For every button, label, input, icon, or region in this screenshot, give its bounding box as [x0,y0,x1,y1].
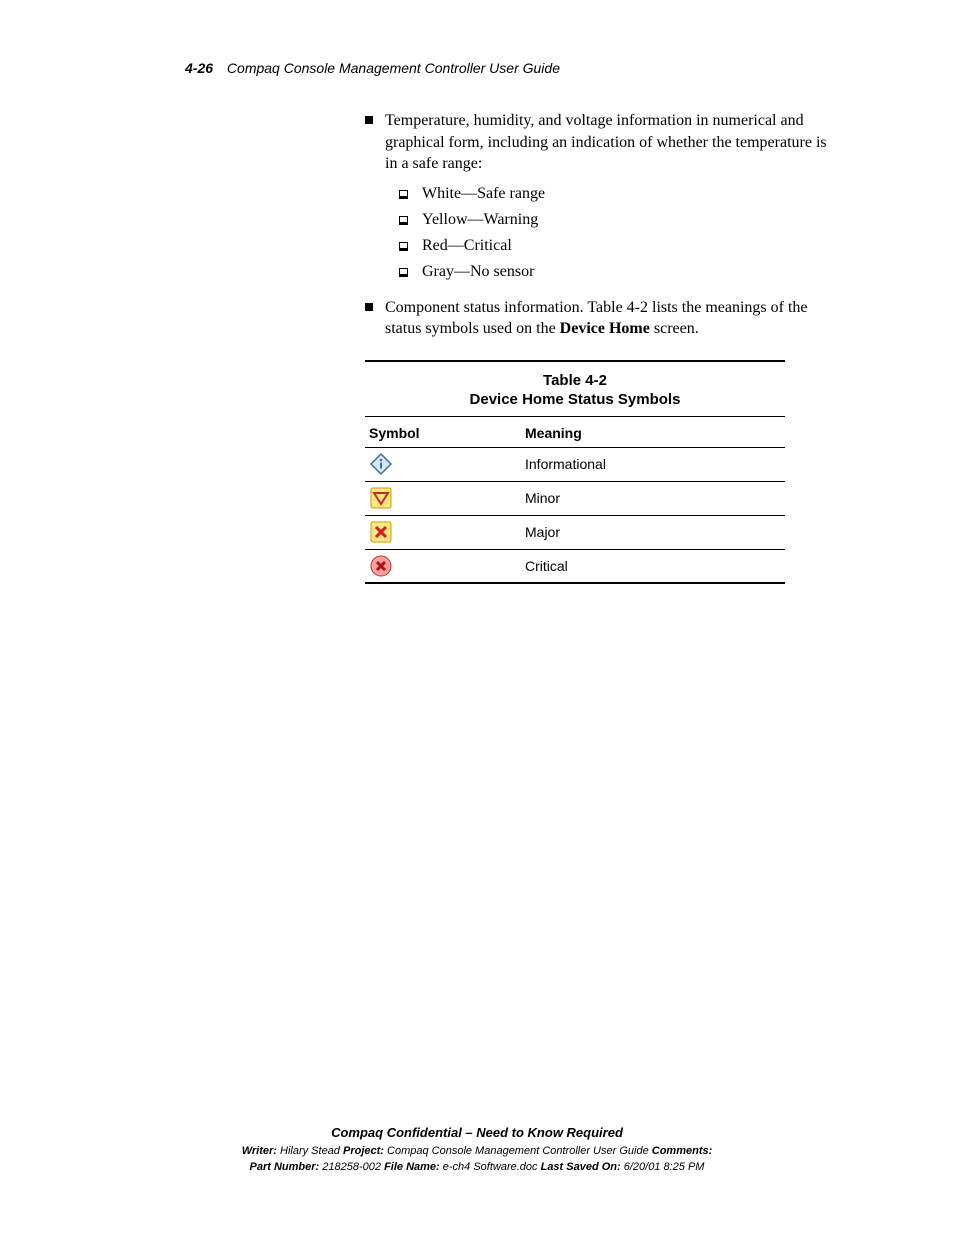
informational-icon [369,452,393,476]
bullet2-bold: Device Home [560,320,650,337]
table-caption: Table 4-2 Device Home Status Symbols [365,362,785,417]
table-row: Minor [365,482,785,516]
meaning-cell: Major [525,524,785,540]
page-number: 4-26 [185,60,213,76]
comments-label: Comments: [652,1145,713,1157]
lastsaved-label: Last Saved On: [541,1161,621,1173]
partnum-value: 218258-002 [319,1161,384,1173]
bullet-temperature: Temperature, humidity, and voltage infor… [365,110,835,175]
status-symbols-table: Table 4-2 Device Home Status Symbols Sym… [365,360,785,584]
bullet-temperature-text: Temperature, humidity, and voltage infor… [385,110,835,175]
square-bullet-icon [365,116,373,124]
minor-icon [369,486,393,510]
meaning-cell: Minor [525,490,785,506]
table-row: Critical [365,550,785,584]
project-value: Compaq Console Management Controller Use… [384,1145,652,1157]
sub-item-red: Red—Critical [399,237,835,255]
writer-label: Writer: [242,1145,277,1157]
col-header-meaning: Meaning [525,425,785,441]
sub-item-red-text: Red—Critical [422,237,512,255]
table-number: Table 4-2 [365,372,785,389]
bullet-component-status: Component status information. Table 4-2 … [365,297,835,340]
square-bullet-icon [365,303,373,311]
sub-item-yellow: Yellow—Warning [399,211,835,229]
critical-icon [369,554,393,578]
bullet-component-status-text: Component status information. Table 4-2 … [385,297,835,340]
table-header-row: Symbol Meaning [365,417,785,448]
sub-item-white-text: White—Safe range [422,185,545,203]
lastsaved-value: 6/20/01 8:25 PM [621,1161,705,1173]
hollow-bullet-icon [399,190,408,199]
symbol-cell-critical [365,554,525,578]
project-label: Project: [343,1145,384,1157]
symbol-cell-informational [365,452,525,476]
partnum-label: Part Number: [250,1161,320,1173]
main-content: Temperature, humidity, and voltage infor… [365,110,835,584]
footer-meta-line1: Writer: Hilary Stead Project: Compaq Con… [0,1144,954,1159]
page-header: 4-26 Compaq Console Management Controlle… [185,60,560,76]
major-icon [369,520,393,544]
table-row: Major [365,516,785,550]
meaning-cell: Informational [525,456,785,472]
col-header-symbol: Symbol [365,425,525,441]
writer-value: Hilary Stead [277,1145,343,1157]
header-doc-title: Compaq Console Management Controller Use… [227,60,560,76]
color-range-list: White—Safe range Yellow—Warning Red—Crit… [365,185,835,281]
sub-item-gray-text: Gray—No sensor [422,263,534,281]
symbol-cell-minor [365,486,525,510]
bullet2-suffix: screen. [650,320,699,337]
symbol-cell-major [365,520,525,544]
filename-label: File Name: [384,1161,440,1173]
sub-item-gray: Gray—No sensor [399,263,835,281]
sub-item-white: White—Safe range [399,185,835,203]
sub-item-yellow-text: Yellow—Warning [422,211,538,229]
table-row: Informational [365,448,785,482]
confidential-notice: Compaq Confidential – Need to Know Requi… [0,1124,954,1142]
table-title: Device Home Status Symbols [470,391,681,408]
filename-value: e-ch4 Software.doc [440,1161,541,1173]
page-footer: Compaq Confidential – Need to Know Requi… [0,1124,954,1175]
meaning-cell: Critical [525,558,785,574]
hollow-bullet-icon [399,216,408,225]
footer-meta-line2: Part Number: 218258-002 File Name: e-ch4… [0,1160,954,1175]
hollow-bullet-icon [399,268,408,277]
hollow-bullet-icon [399,242,408,251]
